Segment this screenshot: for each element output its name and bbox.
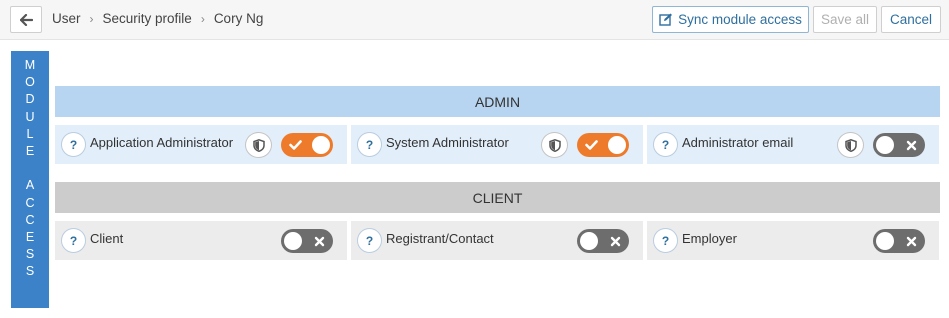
tab-letter: L	[26, 126, 34, 141]
close-icon	[307, 229, 331, 253]
tab-letter: M	[24, 58, 36, 72]
shield-icon[interactable]	[245, 132, 272, 158]
admin-section-header: ADMIN	[55, 86, 940, 117]
tab-letter: S	[25, 247, 35, 262]
close-icon	[899, 229, 923, 253]
module-card-employer: ? Employer	[647, 221, 939, 260]
employer-toggle[interactable]	[873, 229, 925, 253]
back-button[interactable]	[10, 6, 42, 33]
module-label: Employer	[682, 231, 737, 246]
module-label: Registrant/Contact	[386, 231, 494, 246]
module-label: Administrator email	[682, 135, 794, 150]
check-icon	[283, 133, 307, 157]
chevron-right-icon: ›	[200, 11, 205, 26]
tab-letter: C	[25, 212, 35, 227]
breadcrumb-security-profile[interactable]: Security profile	[103, 11, 192, 26]
question-icon[interactable]: ?	[357, 132, 382, 157]
module-label: Client	[90, 231, 124, 246]
breadcrumb-user[interactable]: User	[52, 11, 81, 26]
toggle-knob	[284, 232, 302, 250]
module-card-administrator-email: ? Administrator email	[647, 125, 939, 164]
edit-icon	[659, 13, 673, 26]
breadcrumb: User › Security profile › Cory Ng	[52, 11, 263, 26]
question-icon[interactable]: ?	[357, 228, 382, 253]
tab-letter: C	[25, 195, 35, 210]
tab-letter: E	[25, 143, 35, 158]
module-card-system-administrator: ? System Administrator	[351, 125, 643, 164]
cancel-button-label: Cancel	[889, 12, 933, 27]
tab-letter: S	[25, 264, 35, 279]
breadcrumb-current: Cory Ng	[213, 11, 264, 26]
module-label: Application Administrator	[90, 135, 234, 150]
module-card-client: ? Client	[55, 221, 347, 260]
module-card-application-administrator: ? Application Administrator	[55, 125, 347, 164]
cancel-button[interactable]: Cancel	[881, 6, 941, 33]
question-icon[interactable]: ?	[653, 132, 678, 157]
question-icon[interactable]: ?	[61, 132, 86, 157]
registrant-contact-toggle[interactable]	[577, 229, 629, 253]
close-icon	[899, 133, 923, 157]
client-section-title: CLIENT	[472, 189, 523, 206]
sync-module-access-button[interactable]: Sync module access	[652, 6, 809, 33]
tab-letter: E	[25, 229, 35, 244]
question-icon[interactable]: ?	[61, 228, 86, 253]
top-toolbar: User › Security profile › Cory Ng Sync m…	[0, 0, 949, 40]
toggle-knob	[580, 232, 598, 250]
save-button-label: Save all	[820, 12, 870, 27]
close-icon	[603, 229, 627, 253]
module-label: System Administrator	[386, 135, 509, 150]
save-all-button[interactable]: Save all	[813, 6, 877, 33]
client-toggle[interactable]	[281, 229, 333, 253]
system-administrator-toggle[interactable]	[577, 133, 629, 157]
question-icon[interactable]: ?	[653, 228, 678, 253]
check-icon	[579, 133, 603, 157]
module-card-registrant-contact: ? Registrant/Contact	[351, 221, 643, 260]
client-section-header: CLIENT	[55, 182, 940, 213]
admin-section-title: ADMIN	[474, 93, 521, 110]
tab-letter: A	[25, 178, 35, 193]
toggle-knob	[312, 136, 330, 154]
chevron-right-icon: ›	[89, 11, 94, 26]
application-administrator-toggle[interactable]	[281, 133, 333, 157]
tab-letter: D	[25, 92, 35, 107]
tab-letter: O	[25, 75, 35, 90]
shield-icon[interactable]	[837, 132, 864, 158]
sync-button-label: Sync module access	[678, 12, 802, 27]
shield-icon[interactable]	[541, 132, 568, 158]
toggle-knob	[876, 232, 894, 250]
module-access-tab[interactable]: M O D U L E A C C E S S	[11, 51, 49, 308]
toggle-knob	[876, 136, 894, 154]
tab-letter: U	[25, 109, 35, 124]
arrow-left-icon	[19, 13, 33, 26]
administrator-email-toggle[interactable]	[873, 133, 925, 157]
toggle-knob	[608, 136, 626, 154]
